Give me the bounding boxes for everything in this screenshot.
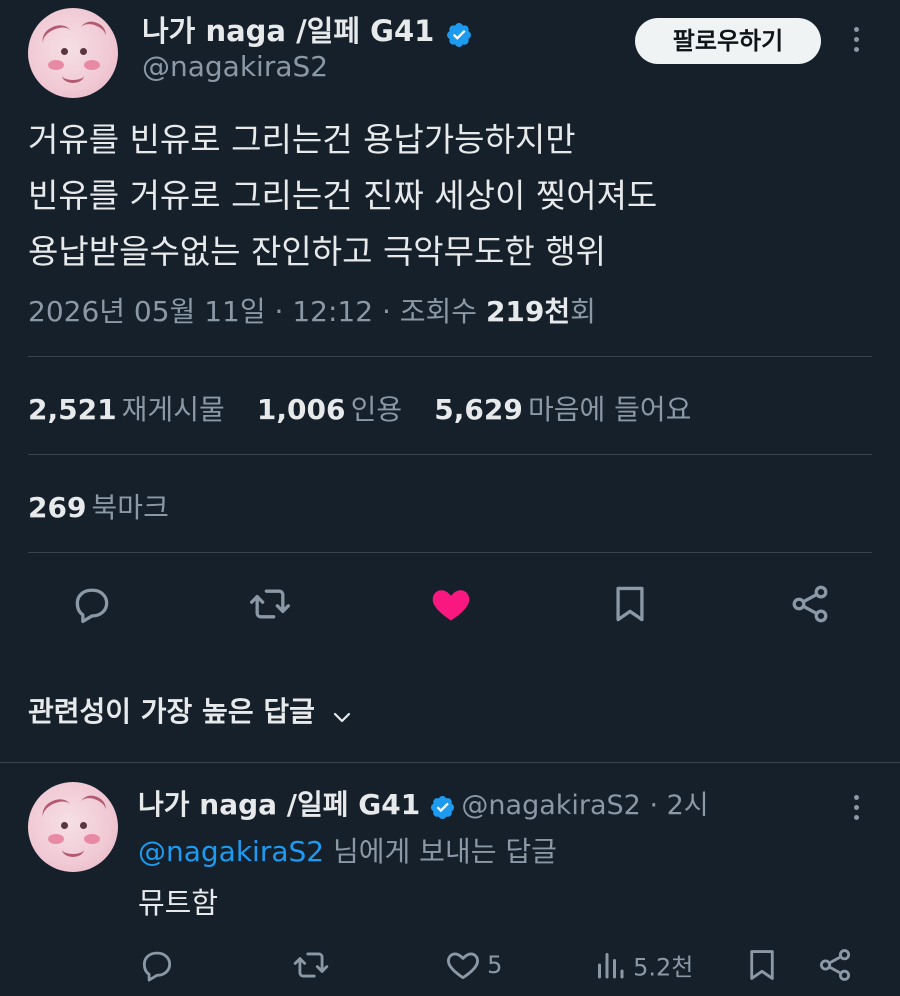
replies-sort-dropdown[interactable]: 관련성이 가장 높은 답글 bbox=[28, 690, 354, 730]
quotes-stat[interactable]: 1,006 인용 bbox=[257, 393, 407, 426]
reply-retweet-icon[interactable] bbox=[292, 946, 330, 984]
reply-author-avatar[interactable] bbox=[28, 782, 118, 872]
bookmark-icon[interactable] bbox=[608, 582, 652, 626]
views-label: 조회수 bbox=[399, 295, 478, 328]
verified-badge-icon bbox=[429, 794, 456, 825]
bookmarks-label: 북마크 bbox=[91, 491, 169, 524]
quotes-label: 인용 bbox=[350, 393, 403, 426]
reply-like[interactable]: 5 bbox=[444, 946, 502, 984]
verified-badge-icon bbox=[445, 21, 473, 53]
views-count: 219천 bbox=[485, 295, 571, 328]
reply-views[interactable]: 5.2천 bbox=[592, 946, 693, 984]
stats-row: 2,521 재게시물 1,006 인용 5,629 마음에 들어요 bbox=[28, 388, 691, 428]
analytics-icon bbox=[592, 946, 628, 984]
retweets-label: 재게시물 bbox=[121, 393, 225, 426]
tweet-time[interactable]: 12:12 bbox=[292, 295, 373, 328]
author-avatar[interactable] bbox=[28, 8, 118, 98]
author-display-name[interactable]: 나가 naga /일페 G41 bbox=[142, 14, 434, 48]
reply-share-icon[interactable] bbox=[816, 946, 854, 984]
reply-text: 뮤트함 bbox=[138, 886, 219, 920]
views-unit: 회 bbox=[570, 295, 596, 328]
reply-header: 나가 naga /일페 G41 @nagakiraS2 · 2시 bbox=[138, 783, 709, 825]
divider bbox=[28, 356, 872, 357]
replies-sort-label: 관련성이 가장 높은 답글 bbox=[28, 695, 315, 728]
tweet-text-line: 거유를 빈유로 그리는건 용납가능하지만 bbox=[28, 120, 576, 159]
tweet-text: 거유를 빈유로 그리는건 용납가능하지만 빈유를 거유로 그리는건 진짜 세상이… bbox=[28, 112, 657, 280]
reply-more-options-icon[interactable] bbox=[854, 790, 859, 825]
replying-to: @nagakiraS2 님에게 보내는 답글 bbox=[138, 830, 557, 870]
likes-count: 5,629 bbox=[434, 393, 523, 426]
retweets-stat[interactable]: 2,521 재게시물 bbox=[28, 393, 230, 426]
reply-time[interactable]: 2시 bbox=[667, 790, 709, 821]
tweet-text-line: 용납받을수없는 잔인하고 극악무도한 행위 bbox=[28, 232, 606, 271]
author-name-row[interactable]: 나가 naga /일페 G41 bbox=[142, 8, 473, 53]
heart-outline-icon bbox=[444, 946, 482, 984]
retweets-count: 2,521 bbox=[28, 393, 117, 426]
heart-filled-icon[interactable] bbox=[428, 582, 474, 626]
retweet-icon[interactable] bbox=[248, 582, 292, 626]
quotes-count: 1,006 bbox=[256, 393, 346, 426]
reply-icon[interactable] bbox=[70, 582, 114, 626]
tweet-date[interactable]: 2026년 05월 11일 bbox=[28, 295, 266, 328]
divider bbox=[0, 762, 900, 763]
share-icon[interactable] bbox=[788, 582, 832, 626]
replying-to-suffix: 님에게 보내는 답글 bbox=[333, 835, 557, 868]
reply-reply-icon[interactable] bbox=[138, 946, 176, 984]
tweet-meta: 2026년 05월 11일 · 12:12 · 조회수 219천회 bbox=[28, 295, 596, 328]
author-handle[interactable]: @nagakiraS2 bbox=[142, 50, 328, 83]
reply-view-count: 5.2천 bbox=[633, 953, 694, 982]
chevron-down-icon bbox=[330, 705, 354, 729]
follow-button[interactable]: 팔로우하기 bbox=[635, 18, 821, 64]
likes-label: 마음에 들어요 bbox=[527, 393, 692, 426]
divider bbox=[28, 454, 872, 455]
divider bbox=[28, 552, 872, 553]
reply-handle[interactable]: @nagakiraS2 bbox=[461, 790, 640, 821]
more-options-icon[interactable] bbox=[854, 22, 859, 57]
reply-display-name[interactable]: 나가 naga /일페 G41 bbox=[138, 788, 420, 821]
likes-stat[interactable]: 5,629 마음에 들어요 bbox=[434, 393, 691, 426]
reply-like-count: 5 bbox=[487, 951, 503, 979]
bookmarks-count: 269 bbox=[28, 491, 87, 524]
bookmarks-stat[interactable]: 269 북마크 bbox=[28, 486, 169, 526]
reply-bookmark-icon[interactable] bbox=[743, 946, 781, 984]
tweet-text-line: 빈유를 거유로 그리는건 진짜 세상이 찢어져도 bbox=[28, 176, 658, 215]
replying-to-handle[interactable]: @nagakiraS2 bbox=[138, 835, 324, 868]
